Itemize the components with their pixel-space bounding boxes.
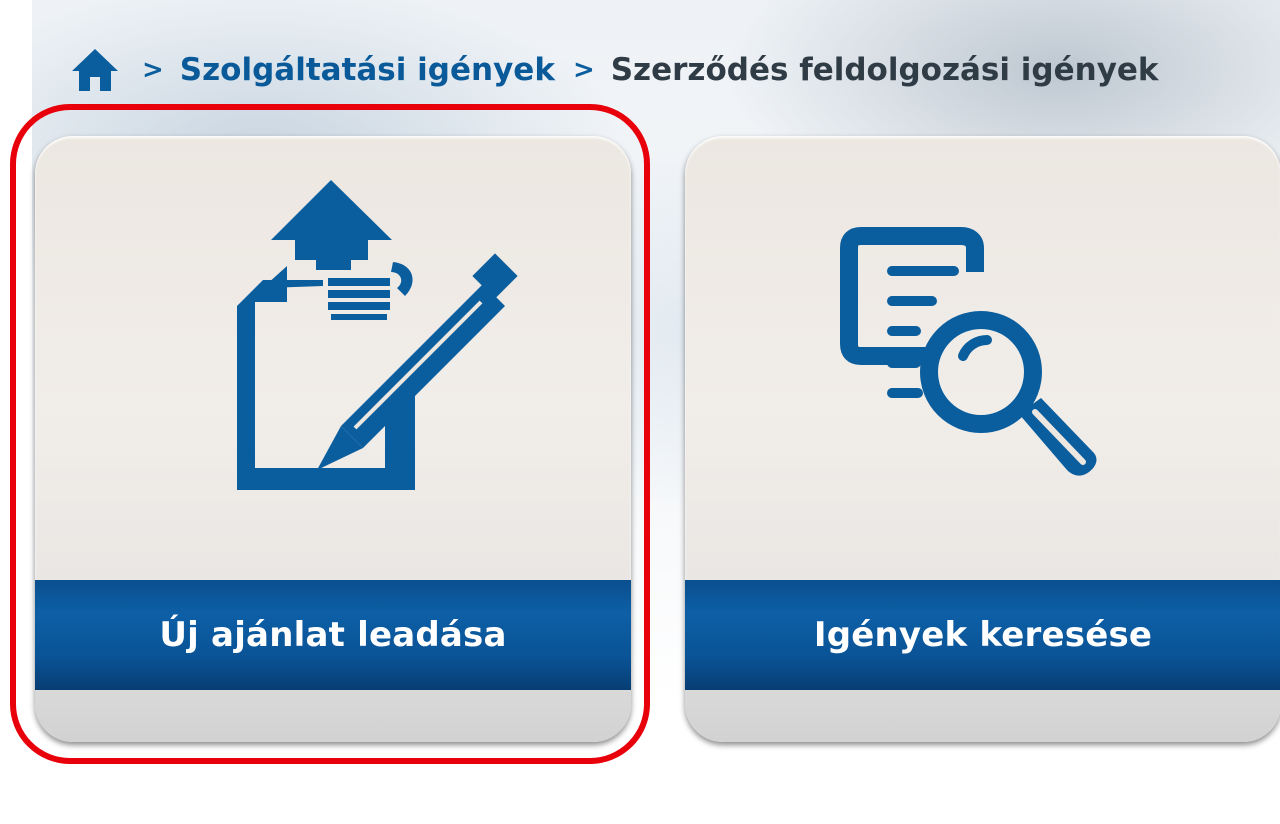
breadcrumb-current-page: Szerződés feldolgozási igények	[610, 52, 1159, 88]
new-offer-tile[interactable]: Új ajánlat leadása	[35, 136, 631, 742]
home-icon[interactable]	[70, 47, 120, 93]
page-margin	[0, 0, 32, 824]
breadcrumb-separator: >	[572, 55, 595, 85]
tile-label-bar: Új ajánlat leadása	[35, 580, 631, 690]
search-requests-tile[interactable]: Igények keresése	[685, 136, 1280, 742]
breadcrumb-separator: >	[142, 55, 164, 85]
new-offer-label: Új ajánlat leadása	[159, 615, 507, 655]
breadcrumb: > Szolgáltatási igények > Szerződés feld…	[70, 40, 1159, 100]
tile-footer	[35, 690, 631, 742]
breadcrumb-link-szolgaltatasi-igenyek[interactable]: Szolgáltatási igények	[180, 52, 555, 88]
search-requests-label: Igények keresése	[813, 615, 1153, 655]
document-search-icon	[840, 227, 1097, 476]
edit-document-upload-icon	[237, 180, 518, 490]
tile-footer	[685, 690, 1280, 742]
tile-label-bar: Igények keresése	[685, 580, 1280, 690]
